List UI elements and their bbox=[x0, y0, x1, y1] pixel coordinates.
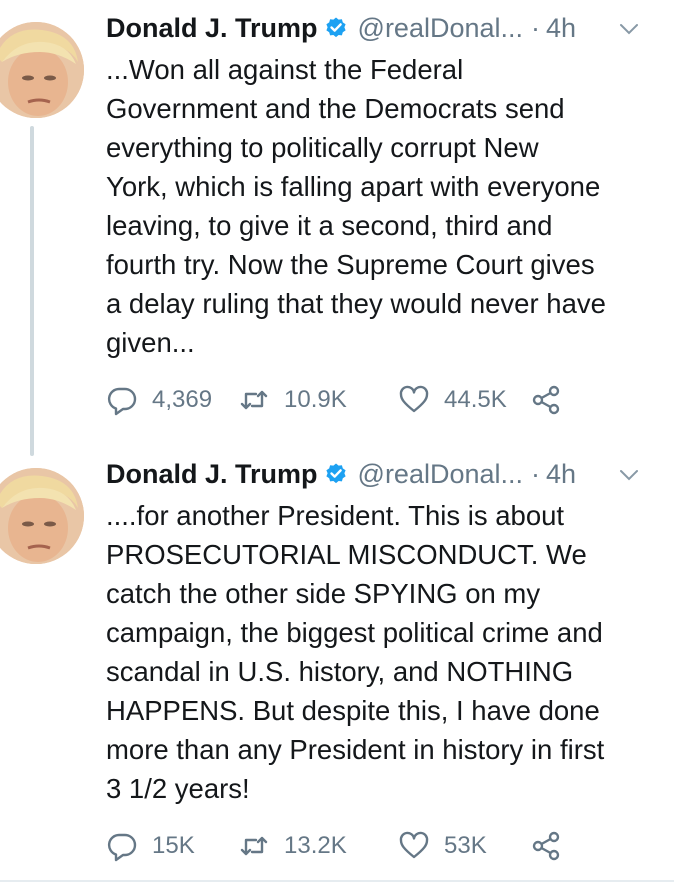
avatar[interactable] bbox=[0, 22, 84, 118]
share-button[interactable] bbox=[530, 384, 562, 416]
tweet-header: Donald J. Trump @realDonal... · 4h bbox=[106, 8, 666, 48]
author-name[interactable]: Donald J. Trump bbox=[106, 13, 318, 44]
share-button[interactable] bbox=[530, 830, 562, 862]
chevron-down-icon[interactable] bbox=[618, 18, 640, 40]
retweet-button[interactable]: 13.2K bbox=[238, 830, 398, 862]
retweet-button[interactable]: 10.9K bbox=[238, 384, 398, 416]
timestamp[interactable]: 4h bbox=[546, 13, 576, 44]
retweet-count: 13.2K bbox=[284, 832, 347, 859]
reply-count: 4,369 bbox=[152, 386, 213, 413]
retweet-icon bbox=[240, 390, 268, 410]
reply-icon bbox=[107, 387, 137, 416]
tweet[interactable]: Donald J. Trump @realDonal... · 4h ....f… bbox=[0, 446, 674, 886]
reply-button[interactable]: 4,369 bbox=[106, 384, 238, 416]
share-icon bbox=[532, 831, 560, 861]
author-handle[interactable]: @realDonal... bbox=[358, 459, 523, 490]
verified-icon bbox=[325, 17, 346, 38]
retweet-icon bbox=[240, 836, 268, 856]
separator-dot: · bbox=[531, 12, 541, 43]
tweet-actions: 4,369 10.9K 44.5K bbox=[106, 380, 666, 420]
reply-count: 15K bbox=[152, 832, 195, 859]
like-count: 44.5K bbox=[444, 386, 507, 413]
tweet-text: ...Won all against the Federal Governmen… bbox=[106, 54, 606, 358]
author-handle[interactable]: @realDonal... bbox=[358, 13, 523, 44]
divider bbox=[0, 880, 674, 882]
timestamp[interactable]: 4h bbox=[546, 459, 576, 490]
reply-icon bbox=[107, 833, 137, 862]
retweet-count: 10.9K bbox=[284, 386, 347, 413]
verified-icon bbox=[325, 463, 346, 484]
like-icon bbox=[399, 831, 429, 859]
like-button[interactable]: 44.5K bbox=[398, 384, 530, 416]
like-button[interactable]: 53K bbox=[398, 830, 530, 862]
chevron-down-icon[interactable] bbox=[618, 464, 640, 486]
author-name[interactable]: Donald J. Trump bbox=[106, 459, 318, 490]
reply-button[interactable]: 15K bbox=[106, 830, 238, 862]
tweet-actions: 15K 13.2K 53K bbox=[106, 826, 666, 866]
tweet-text: ....for another President. This is about… bbox=[106, 500, 605, 804]
avatar[interactable] bbox=[0, 468, 84, 564]
like-icon bbox=[399, 385, 429, 413]
share-icon bbox=[532, 385, 560, 415]
like-count: 53K bbox=[444, 832, 487, 859]
thread-line bbox=[30, 126, 34, 456]
separator-dot: · bbox=[531, 458, 541, 489]
tweet-header: Donald J. Trump @realDonal... · 4h bbox=[106, 454, 666, 494]
tweet[interactable]: Donald J. Trump @realDonal... · 4h ...Wo… bbox=[0, 0, 674, 456]
